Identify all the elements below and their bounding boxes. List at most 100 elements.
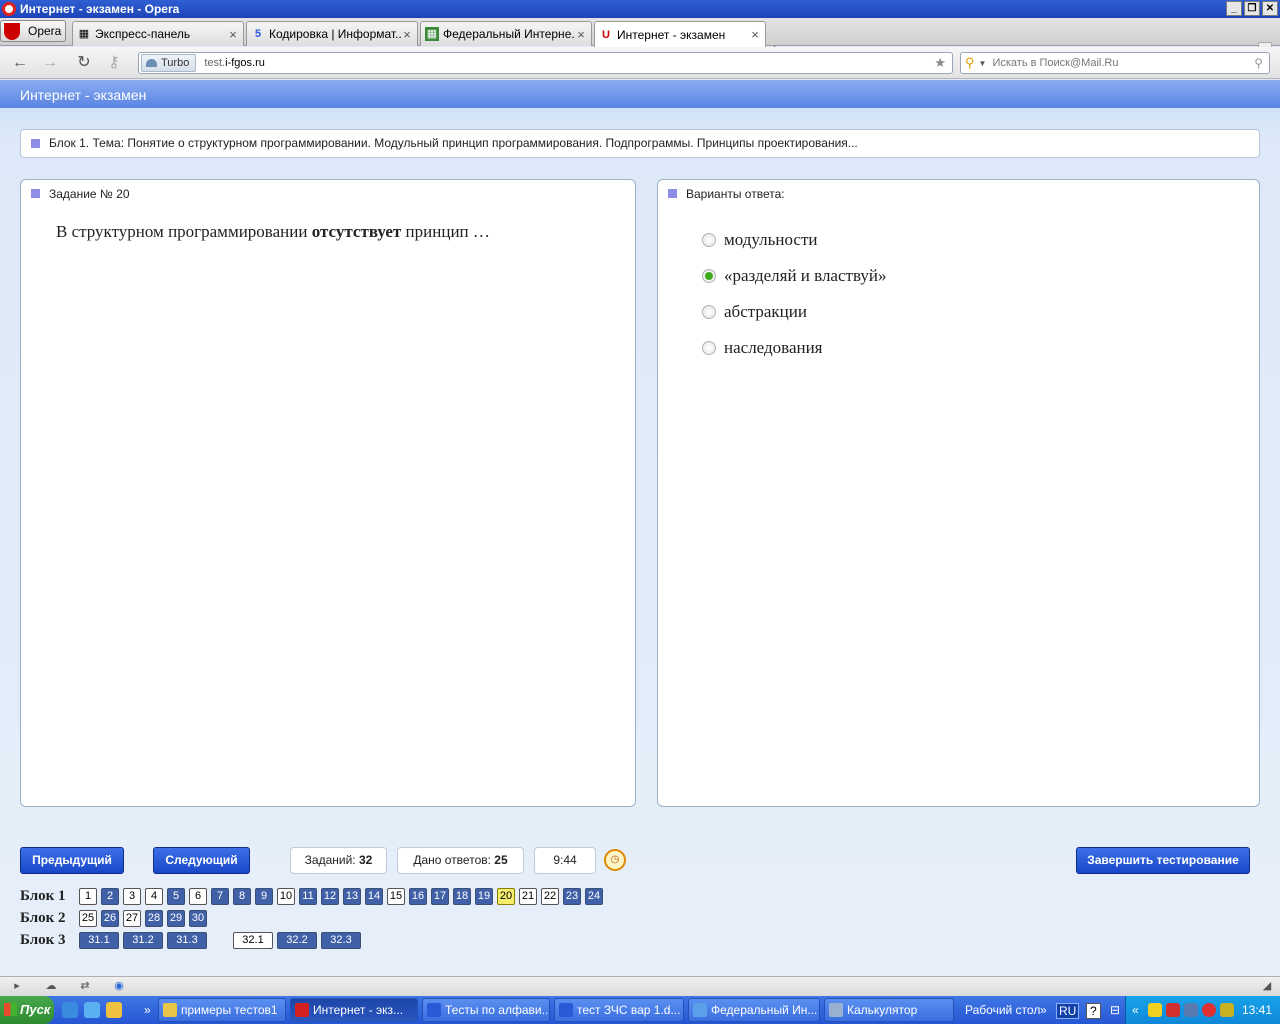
search-engine-icon[interactable]: ⚲ (965, 55, 975, 71)
task-number-button[interactable]: 29 (167, 909, 185, 927)
tab-close-icon[interactable]: × (401, 27, 413, 42)
previous-button[interactable]: Предыдущий (20, 847, 124, 874)
task-number-current[interactable]: 20 (497, 887, 515, 905)
restore-button[interactable]: ❐ (1244, 1, 1260, 16)
next-button[interactable]: Следующий (153, 847, 250, 874)
tab-federal[interactable]: ▦ Федеральный Интерне... × (420, 21, 592, 46)
back-icon[interactable]: ← (10, 53, 30, 73)
tab-close-icon[interactable]: × (575, 27, 587, 42)
mail-agent-icon[interactable] (1202, 1003, 1216, 1017)
taskbar-task[interactable]: Тесты по алфави... (422, 998, 550, 1022)
chevron-down-icon[interactable]: ▼ (979, 59, 987, 68)
start-button[interactable]: Пуск (0, 996, 54, 1024)
task-number-button[interactable]: 5 (167, 887, 185, 905)
panel-toggle-icon[interactable]: ▸ (10, 980, 24, 993)
task-number-button[interactable]: 16 (409, 887, 427, 905)
block-title: Блок 1. Тема: Понятие о структурном прог… (49, 136, 858, 150)
key-icon[interactable]: ⚷ (104, 53, 124, 73)
answer-option[interactable]: наследования (702, 330, 887, 366)
radio-unselected[interactable] (702, 341, 716, 355)
forward-icon[interactable]: → (40, 53, 60, 73)
search-input[interactable] (992, 57, 1255, 69)
task-number-button[interactable]: 32.1 (233, 931, 273, 949)
answer-option-label: наследования (724, 338, 823, 357)
task-number-button[interactable]: 31.2 (123, 931, 163, 949)
task-number-button[interactable]: 32.2 (277, 931, 317, 949)
radio-unselected[interactable] (702, 305, 716, 319)
answer-option[interactable]: абстракции (702, 294, 887, 330)
taskbar-task[interactable]: Калькулятор (824, 998, 954, 1022)
task-number-button[interactable]: 10 (277, 887, 295, 905)
minimize-button[interactable]: _ (1226, 1, 1242, 16)
turbo-status-icon[interactable]: ◉ (112, 980, 126, 993)
task-number-button[interactable]: 28 (145, 909, 163, 927)
shield-icon[interactable] (1148, 1003, 1162, 1017)
opera-menu-button[interactable]: Opera (0, 20, 66, 42)
task-number-button[interactable]: 30 (189, 909, 207, 927)
share-icon[interactable]: ⇄ (78, 980, 92, 993)
search-icon[interactable]: ⚲ (1254, 56, 1263, 70)
task-number-button[interactable]: 25 (79, 909, 97, 927)
radio-selected[interactable] (702, 269, 716, 283)
unite-cloud-icon[interactable]: ☁ (44, 980, 58, 993)
task-number-button[interactable]: 6 (189, 887, 207, 905)
task-number-button[interactable]: 14 (365, 887, 383, 905)
url-text[interactable]: test.i-fgos.ru (204, 57, 934, 69)
antivirus-icon[interactable] (1166, 1003, 1180, 1017)
task-number-button[interactable]: 27 (123, 909, 141, 927)
volume-icon[interactable]: ⊟ (1110, 1003, 1120, 1017)
task-number-button[interactable]: 19 (475, 887, 493, 905)
address-bar[interactable]: Turbo test.i-fgos.ru ★ (138, 52, 953, 74)
taskbar-task[interactable]: примеры тестов1 (158, 998, 286, 1022)
task-number-button[interactable]: 17 (431, 887, 449, 905)
close-button[interactable]: ✕ (1262, 1, 1278, 16)
network-icon[interactable] (1184, 1003, 1198, 1017)
question-text-emphasis: отсутствует (311, 222, 402, 241)
tray-expand-icon[interactable]: « (1132, 1003, 1139, 1017)
taskbar-task[interactable]: тест ЗЧС вар 1.d... (554, 998, 684, 1022)
toolbar-more-icon[interactable]: » (1040, 1003, 1047, 1017)
task-number-button[interactable]: 2 (101, 887, 119, 905)
tab-close-icon[interactable]: × (227, 27, 239, 42)
browser-quicklaunch-icon[interactable] (84, 1002, 100, 1018)
task-number-button[interactable]: 3 (123, 887, 141, 905)
task-number-button[interactable]: 31.3 (167, 931, 207, 949)
task-number-button[interactable]: 26 (101, 909, 119, 927)
task-number-button[interactable]: 31.1 (79, 931, 119, 949)
tab-internet-exam[interactable]: U Интернет - экзамен × (594, 21, 766, 47)
task-number-button[interactable]: 12 (321, 887, 339, 905)
tab-close-icon[interactable]: × (749, 27, 761, 42)
task-number-button[interactable]: 1 (79, 887, 97, 905)
ie-icon[interactable] (62, 1002, 78, 1018)
taskbar-task[interactable]: Федеральный Ин... (688, 998, 820, 1022)
task-number-button[interactable]: 9 (255, 887, 273, 905)
task-number-button[interactable]: 18 (453, 887, 471, 905)
tab-express-panel[interactable]: ▦ Экспресс-панель × (72, 21, 244, 46)
radio-unselected[interactable] (702, 233, 716, 247)
pencil-icon[interactable] (1220, 1003, 1234, 1017)
task-number-button[interactable]: 32.3 (321, 931, 361, 949)
task-number-button[interactable]: 21 (519, 887, 537, 905)
answer-option[interactable]: «разделяй и властвуй» (702, 258, 887, 294)
tab-label: Интернет - экзамен (617, 27, 726, 42)
taskbar-task[interactable]: Интернет - экз... (290, 998, 418, 1022)
task-number-button[interactable]: 7 (211, 887, 229, 905)
turbo-button[interactable]: Turbo (141, 54, 197, 72)
help-icon[interactable]: ? (1086, 1003, 1101, 1019)
answer-option[interactable]: модульности (702, 222, 887, 258)
task-number-button[interactable]: 11 (299, 887, 317, 905)
finish-test-button[interactable]: Завершить тестирование (1076, 847, 1250, 874)
task-number-button[interactable]: 13 (343, 887, 361, 905)
tab-encoding[interactable]: 5 Кодировка | Информат... × (246, 21, 418, 46)
reload-icon[interactable]: ↻ (74, 53, 94, 73)
bookmark-star-icon[interactable]: ★ (934, 55, 946, 71)
quicklaunch-more-icon[interactable]: » (144, 1003, 151, 1017)
task-number-button[interactable]: 23 (563, 887, 581, 905)
task-number-button[interactable]: 8 (233, 887, 251, 905)
task-number-button[interactable]: 4 (145, 887, 163, 905)
task-number-button[interactable]: 24 (585, 887, 603, 905)
task-number-button[interactable]: 15 (387, 887, 405, 905)
language-indicator[interactable]: RU (1056, 1003, 1080, 1019)
folder-icon[interactable] (106, 1002, 122, 1018)
task-number-button[interactable]: 22 (541, 887, 559, 905)
